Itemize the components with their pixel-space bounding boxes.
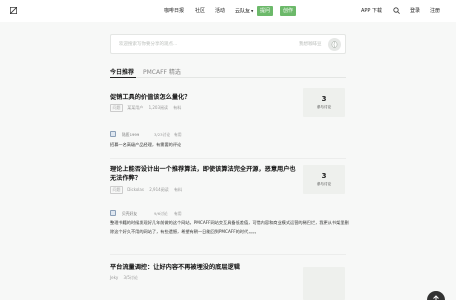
feed-divider (110, 158, 346, 159)
answer-count: 3 (321, 95, 327, 103)
register-link[interactable]: 注册 (430, 6, 440, 16)
answer-author[interactable]: 贝壳好友 (122, 211, 137, 217)
ask-question-button[interactable]: 提问 (257, 6, 274, 16)
avatar[interactable] (110, 131, 116, 137)
question-author[interactable]: 某某用户 (127, 105, 143, 110)
answer-count-label: 参与讨论 (316, 182, 332, 186)
answer-count-box[interactable]: 3 参与讨论 (303, 88, 345, 117)
tab-pmcaff-featured[interactable]: PMCAFF 精选 (143, 67, 181, 76)
question-title[interactable]: 促销工具的价值该怎么量化？ (110, 93, 290, 102)
avatar[interactable] (110, 210, 116, 216)
question-date: 3/5讨论 (123, 275, 138, 280)
nav-item-cloud-teammate-label: 云队友 (235, 8, 251, 15)
answer-vote[interactable]: 有用 (174, 132, 182, 138)
question-tag: 问题 (110, 104, 123, 112)
question-meta: Jeky 3/5讨论 (110, 275, 142, 281)
answer-count-box[interactable]: 3 参与讨论 (303, 165, 345, 194)
answer-vote[interactable]: 有用 (174, 211, 182, 217)
chevron-down-icon: ▼ (251, 9, 254, 13)
answer-excerpt[interactable]: 整理书籍的时候发现好几年前做的这个网站，PMCAFF网站交互具备低差值，可惜内容… (110, 219, 350, 236)
question-tag: 问题 (110, 186, 123, 194)
tab-today-recommend[interactable]: 今日推荐 (110, 67, 134, 76)
question-meta: 问题 某某用户 1,203阅读 有料 (110, 104, 185, 112)
feed-tabs: 今日推荐 PMCAFF 精选 (110, 66, 346, 78)
coffee-bean-icon (331, 41, 338, 48)
create-button[interactable]: 创作 (280, 6, 297, 16)
login-link[interactable]: 登录 (410, 6, 420, 16)
question-views: 1,203阅读 (148, 105, 169, 110)
nav-item-coffee-daily[interactable]: 咖啡日报 (164, 6, 184, 16)
arrow-up-icon (433, 295, 439, 300)
ask-coffee-label: 我想咖啡豆 (299, 42, 322, 47)
question-author[interactable]: Dickolas (127, 187, 144, 192)
question-title[interactable]: 平台流量调控：让好内容不再被埋没的底层逻辑 (110, 263, 300, 272)
nav-item-events[interactable]: 活动 (215, 6, 225, 16)
answer-count-label: 参与讨论 (316, 105, 332, 109)
answer-count: 3 (321, 172, 327, 180)
question-title[interactable]: 理论上能否设计出一个推荐算法，即使该算法完全开源，恶意用户也无法作弊？ (110, 165, 298, 183)
search-placeholder[interactable]: 欢迎搜索写你要分享的观点... (119, 41, 177, 47)
top-navigation-bar: 咖啡日报 社区 活动 云队友▼ 提问 创作 APP 下载 登录 注册 (0, 0, 456, 22)
question-author[interactable]: Jeky (110, 275, 118, 280)
answer-author[interactable]: 陆医1999 (122, 132, 139, 138)
answer-date: 3/23讨论 (154, 131, 171, 137)
search-bar[interactable]: 欢迎搜索写你要分享的观点... 我想咖啡豆 (110, 34, 346, 54)
answer-excerpt[interactable]: 招募一名高级产品经理，有需要的评论 (110, 141, 350, 150)
answer-count-box[interactable] (303, 267, 345, 300)
site-logo-icon[interactable] (10, 7, 17, 14)
ask-avatar-button[interactable] (328, 38, 341, 51)
scroll-to-top-button[interactable] (427, 291, 445, 300)
question-badge: 有料 (173, 105, 182, 110)
nav-item-cloud-teammate[interactable]: 云队友▼ (235, 6, 253, 17)
nav-item-community[interactable]: 社区 (195, 6, 205, 16)
question-badge: 有料 (173, 187, 182, 192)
answer-date: 9/6讨论 (154, 210, 168, 216)
active-tab-indicator (110, 77, 136, 78)
question-meta: 问题 Dickolas 2,914阅读 有料 (110, 186, 186, 194)
question-views: 2,914阅读 (149, 187, 169, 192)
feed-divider (110, 254, 346, 255)
search-icon[interactable] (393, 7, 400, 14)
app-download-link[interactable]: APP 下载 (361, 6, 382, 16)
